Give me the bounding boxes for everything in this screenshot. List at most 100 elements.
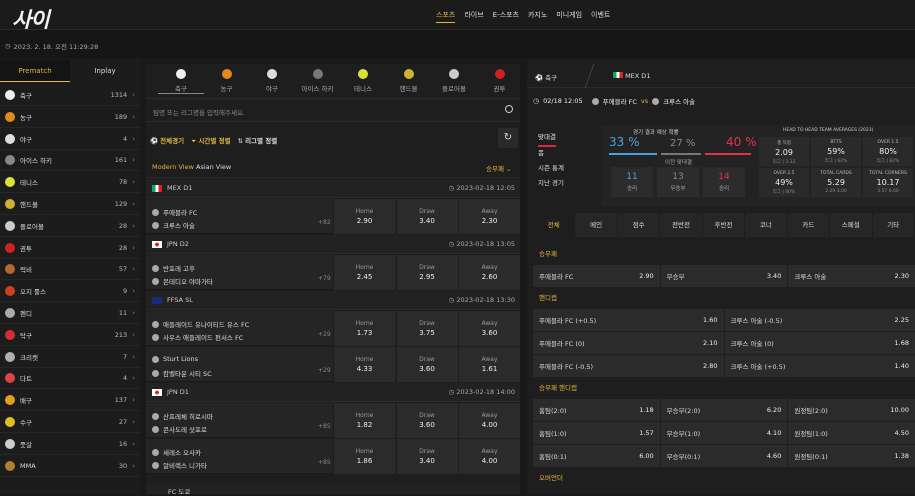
bet-option[interactable]: 푸에블라 FC2.90	[533, 265, 660, 287]
sport-row[interactable]: 탁구213›	[0, 325, 140, 346]
asian-view-button[interactable]: Asian View	[196, 163, 231, 171]
league-header[interactable]: FFSA SL◷ 2023-02-18 13:30	[146, 291, 520, 310]
bet-option[interactable]: 홈팀(2:0)1.18	[533, 399, 660, 421]
bet-option[interactable]: 무승부(1:0)4.10	[661, 422, 788, 444]
bet-option[interactable]: 원정팀(2:0)10.00	[788, 399, 915, 421]
bet-option[interactable]: 크루스 아술 (-0.5)2.25	[725, 309, 915, 331]
market-tab[interactable]: 메인	[575, 213, 617, 237]
nav-item[interactable]: 카지노	[528, 10, 547, 23]
sport-tab[interactable]: 테니스	[340, 66, 386, 93]
bet-option[interactable]: 무승부(2:0)6.20	[661, 399, 788, 421]
sport-row[interactable]: 축구1314›	[0, 85, 140, 106]
bet-option[interactable]: 홈팀(1:0)1.57	[533, 422, 660, 444]
market-tab[interactable]: 후반전	[703, 213, 745, 237]
sport-row[interactable]: 핸드볼129›	[0, 194, 140, 215]
odds-button[interactable]: Draw3.40	[396, 199, 458, 234]
sport-tab[interactable]: 플로어볼	[431, 66, 477, 93]
match-row[interactable]: 산프레체 히로시마콘사도레 삿포로+85Home1.82Draw3.60Away…	[146, 403, 520, 438]
match-row[interactable]: 세레소 오사카알비렉스 니가타+85Home1.86Draw3.40Away4.…	[146, 439, 520, 474]
sport-row[interactable]: 펜디11›	[0, 303, 140, 324]
odds-button[interactable]: Home2.90	[333, 199, 395, 234]
more-markets[interactable]: +29	[318, 331, 331, 338]
sport-row[interactable]: 아이스 하키161›	[0, 150, 140, 171]
modern-view-button[interactable]: Modern View	[152, 163, 194, 171]
stats-menu-last[interactable]: 지난 경기	[538, 177, 564, 187]
more-markets[interactable]: +79	[318, 275, 331, 282]
nav-item[interactable]: E-스포츠	[493, 10, 519, 23]
odds-button[interactable]: Home1.86	[333, 439, 395, 474]
market-tab[interactable]: 코너	[745, 213, 787, 237]
odds-button[interactable]: Away1.61	[458, 347, 520, 382]
odds-button[interactable]: Draw3.75	[396, 311, 458, 346]
bet-option[interactable]: 크루스 아술 (0)1.68	[725, 332, 915, 354]
sport-row[interactable]: 풋살16›	[0, 434, 140, 455]
stats-menu-season[interactable]: 시즌 통계	[538, 162, 564, 172]
sport-tab[interactable]: 핸드볼	[386, 66, 432, 93]
sport-row[interactable]: 크리켓7›	[0, 347, 140, 368]
odds-button[interactable]: Draw3.60	[396, 347, 458, 382]
sport-row[interactable]: 농구189›	[0, 107, 140, 128]
sport-tab[interactable]: 권투	[477, 66, 523, 93]
odds-button[interactable]: Draw3.40	[396, 439, 458, 474]
sport-row[interactable]: 다트4›	[0, 368, 140, 389]
match-row[interactable]: Sturt Lions캄벨타운 시티 SC+29Home4.33Draw3.60…	[146, 347, 520, 382]
odds-button[interactable]: Away4.00	[458, 403, 520, 438]
more-markets[interactable]: +85	[318, 459, 331, 466]
odds-button[interactable]: Away2.60	[458, 255, 520, 290]
nav-item[interactable]: 스포츠	[436, 10, 455, 23]
sport-row[interactable]: 오지 룰스9›	[0, 281, 140, 302]
nav-item[interactable]: 라이브	[464, 10, 483, 23]
sport-row[interactable]: MMA30›	[0, 456, 140, 477]
sport-tab[interactable]: 야구	[249, 66, 295, 93]
bet-option[interactable]: 크루스 아술2.30	[788, 265, 915, 287]
market-select[interactable]: 승무패 ⌄	[486, 163, 511, 173]
odds-button[interactable]: Draw3.60	[396, 403, 458, 438]
breadcrumb-league[interactable]: MEX D1	[613, 72, 650, 80]
sport-row[interactable]: 수구27›	[0, 412, 140, 433]
bet-option[interactable]: 크루스 아술 (+0.5)1.40	[725, 355, 915, 377]
bet-option[interactable]: 홈팀(0:1)6.00	[533, 445, 660, 467]
odds-button[interactable]: Home4.33	[333, 347, 395, 382]
bet-option[interactable]: 원정팀(1:0)4.50	[788, 422, 915, 444]
stats-menu-form[interactable]: 폼	[538, 147, 544, 157]
sport-row[interactable]: 테니스78›	[0, 172, 140, 193]
nav-item[interactable]: 이벤트	[591, 10, 610, 23]
stats-menu-h2h[interactable]: 맞대결	[538, 131, 556, 147]
sport-row[interactable]: 럭비57›	[0, 259, 140, 280]
league-header[interactable]: MEX D1◷ 2023-02-18 12:05	[146, 179, 520, 198]
refresh-icon[interactable]: ↻	[498, 128, 518, 148]
breadcrumb-sport[interactable]: ⚽ 축구	[535, 72, 557, 82]
market-tab[interactable]: 점수	[618, 213, 660, 237]
more-markets[interactable]: +85	[318, 423, 331, 430]
odds-button[interactable]: Away3.60	[458, 311, 520, 346]
odds-button[interactable]: Draw2.95	[396, 255, 458, 290]
nav-item[interactable]: 미니게임	[556, 10, 582, 23]
sport-tab[interactable]: 축구	[158, 66, 204, 94]
tab-inplay[interactable]: Inplay	[70, 60, 140, 82]
bet-option[interactable]: 무승부3.40	[661, 265, 788, 287]
market-tab[interactable]: 스페셜	[830, 213, 872, 237]
sport-row[interactable]: 배구137›	[0, 390, 140, 411]
sport-row[interactable]: 플로어볼28›	[0, 216, 140, 237]
market-tab[interactable]: 전체	[533, 213, 575, 237]
market-tab[interactable]: 전반전	[660, 213, 702, 237]
odds-button[interactable]: Home1.82	[333, 403, 395, 438]
bet-option[interactable]: 무승부(0:1)4.60	[661, 445, 788, 467]
bet-option[interactable]: 푸에블라 FC (0)2.10	[533, 332, 724, 354]
sport-tab[interactable]: 아이스 하키	[295, 66, 341, 93]
odds-button[interactable]: Away4.00	[458, 439, 520, 474]
filter-league[interactable]: ⇅ 리그별 정렬	[238, 135, 278, 145]
league-header[interactable]: JPN D1◷ 2023-02-18 14:00	[146, 383, 520, 402]
filter-time[interactable]: ⏷ 시간별 정렬	[191, 135, 230, 146]
bet-option[interactable]: 푸에블라 FC (-0.5)2.80	[533, 355, 724, 377]
tab-prematch[interactable]: Prematch	[0, 60, 70, 82]
match-row[interactable]: 애들레이드 유나이티드 유스 FC사우스 애들레이드 펀서스 FC+29Home…	[146, 311, 520, 346]
market-tab[interactable]: 기타	[873, 213, 915, 237]
match-row[interactable]: 반포레 고후몬테디오 야마가타+79Home2.45Draw2.95Away2.…	[146, 255, 520, 290]
bet-option[interactable]: 푸에블라 FC (+0.5)1.60	[533, 309, 724, 331]
more-markets[interactable]: +82	[318, 219, 331, 226]
odds-button[interactable]: Home2.45	[333, 255, 395, 290]
sport-tab[interactable]: 농구	[204, 66, 250, 93]
league-header[interactable]: JPN D2◷ 2023-02-18 13:05	[146, 235, 520, 254]
sport-row[interactable]: 권투28›	[0, 238, 140, 259]
